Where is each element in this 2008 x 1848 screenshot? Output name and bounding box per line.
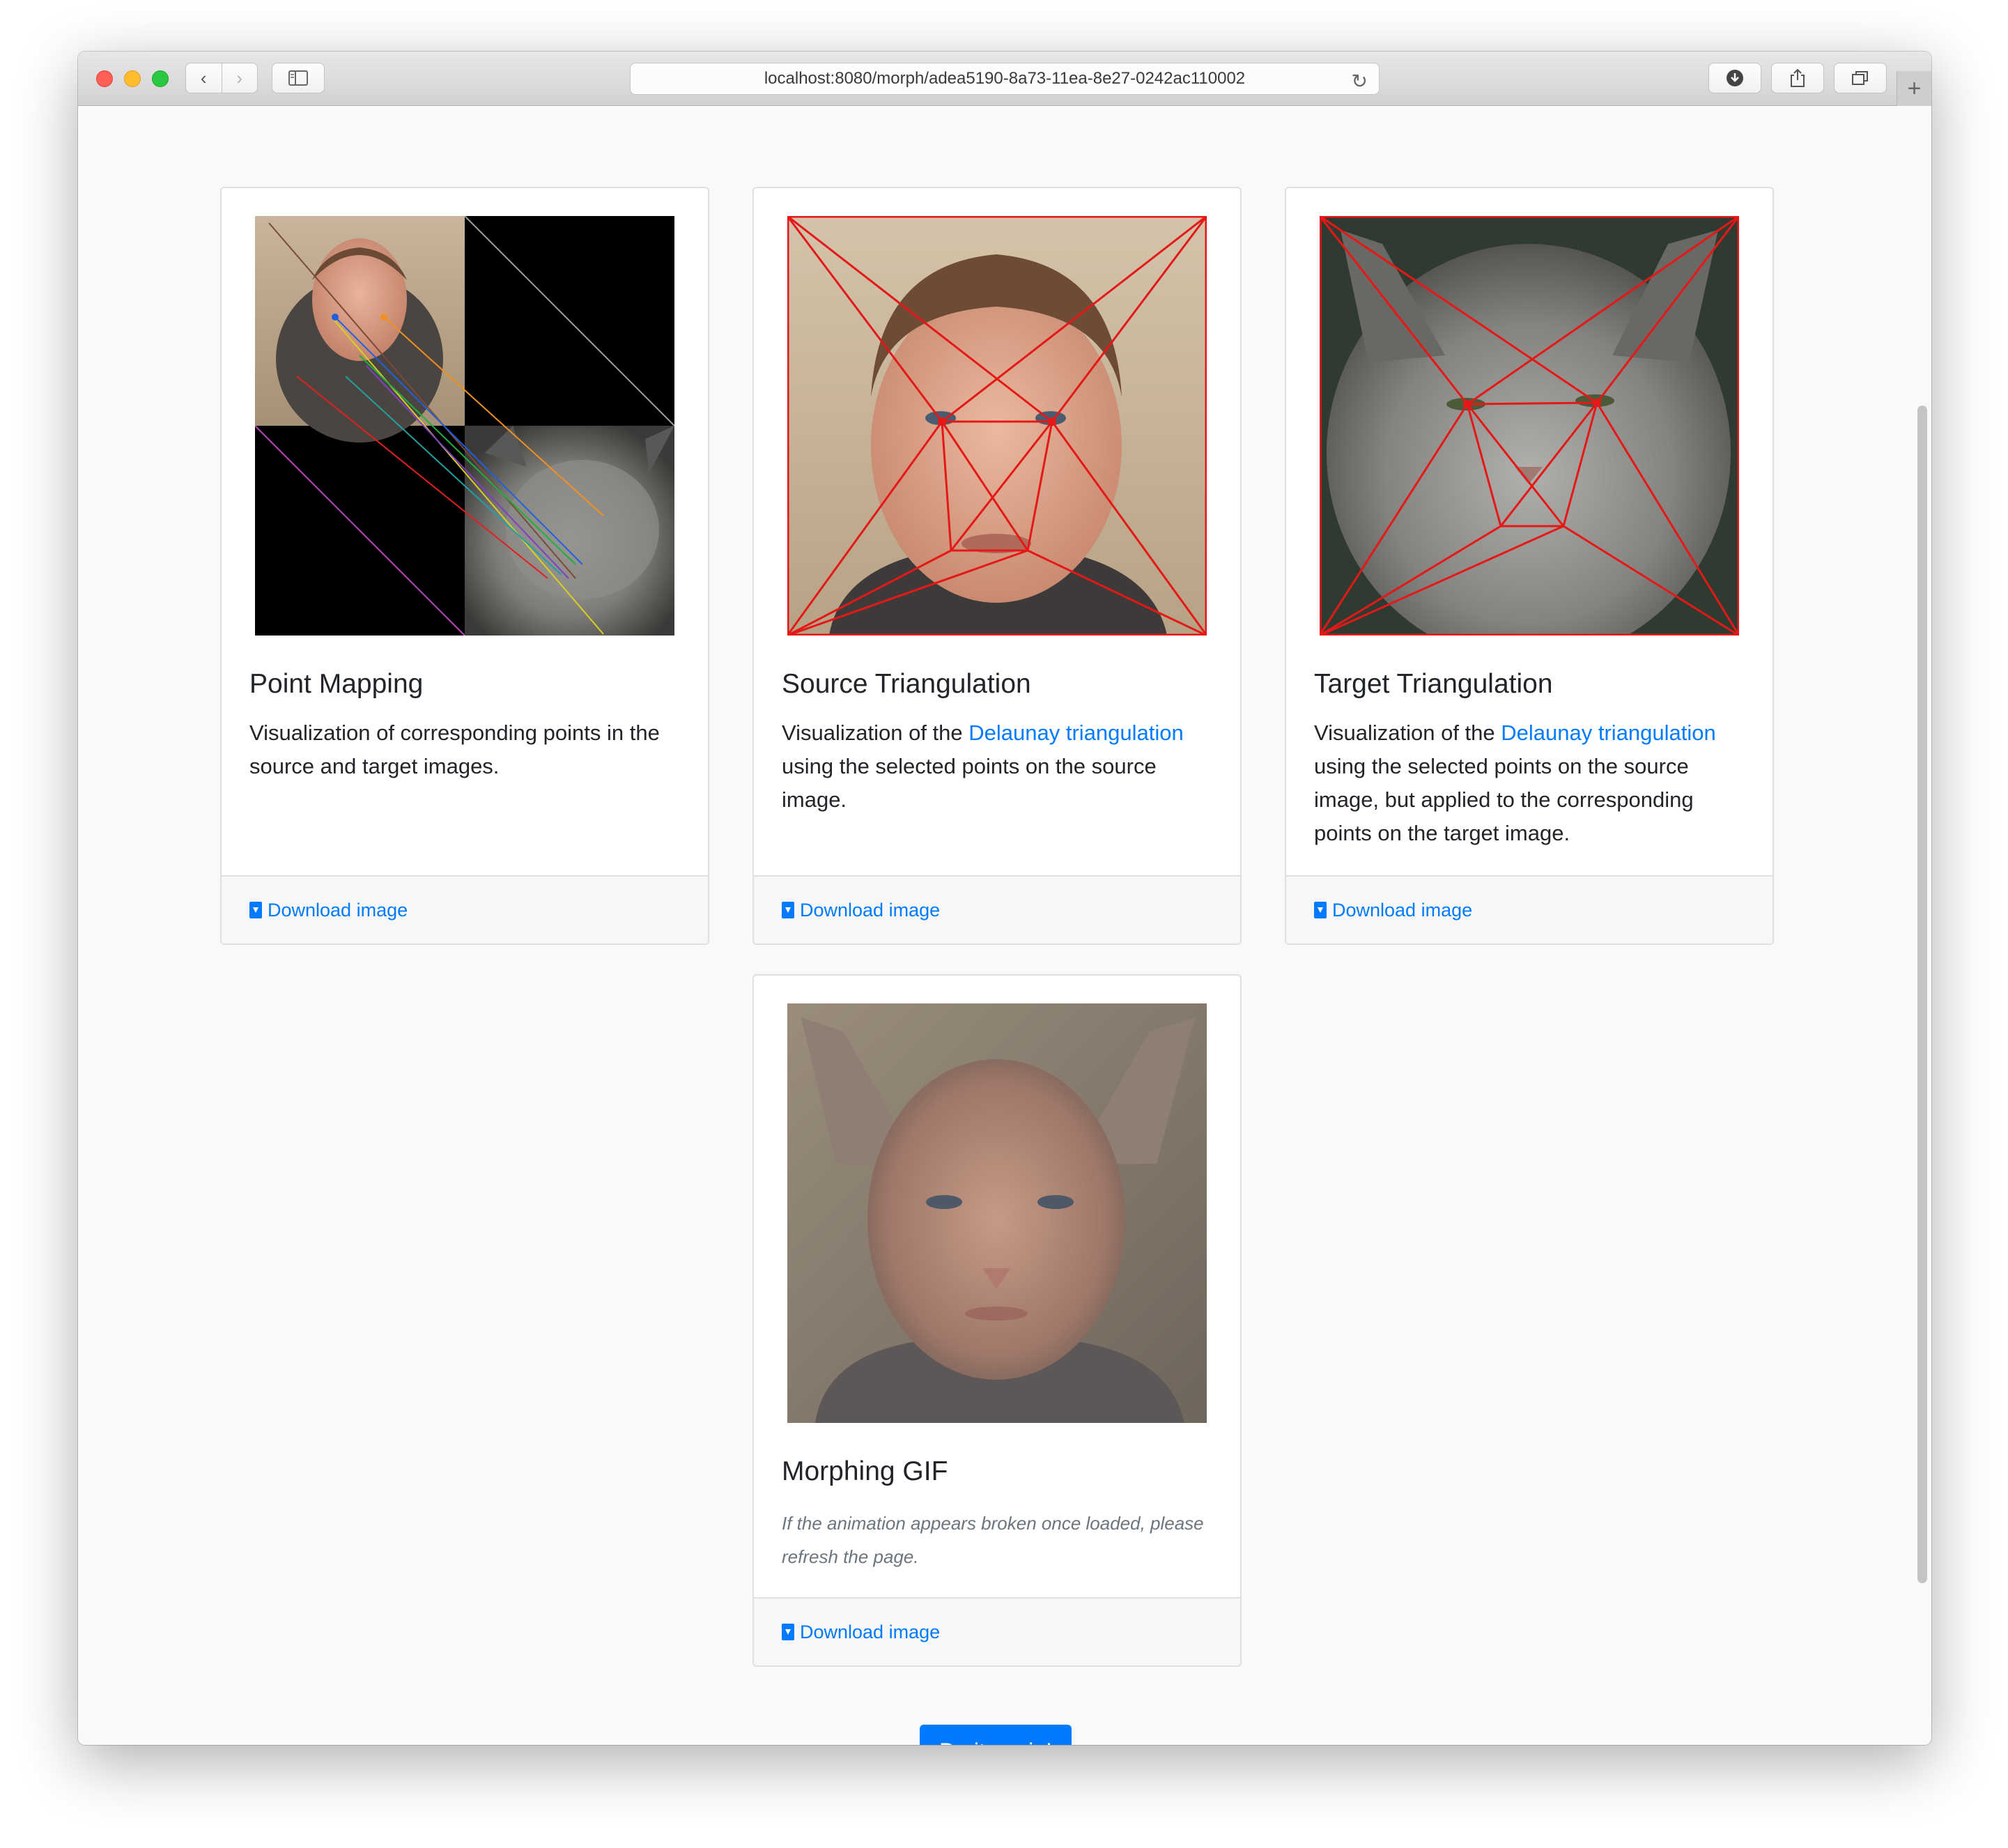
maximize-window-button[interactable] (152, 70, 169, 87)
source-triangulation-image (787, 216, 1207, 636)
download-image-link[interactable]: Download image (222, 875, 708, 944)
description-text: using the selected points on the source … (782, 754, 1157, 812)
file-download-icon (249, 902, 262, 918)
forward-icon[interactable]: › (221, 63, 258, 93)
share-icon (1791, 68, 1805, 87)
point-mapping-image (255, 216, 674, 636)
card-description: Visualization of corresponding points in… (249, 721, 660, 778)
sidebar-icon (288, 70, 308, 86)
card-title: Point Mapping (249, 669, 424, 699)
point-mapping-card: Point Mapping Visualization of correspon… (220, 187, 709, 945)
target-triangulation-card: Target Triangulation Visualization of th… (1285, 187, 1774, 945)
scrollbar-thumb[interactable] (1917, 406, 1927, 1583)
tabs-icon (1852, 71, 1868, 85)
tab-overview-button[interactable] (1834, 63, 1887, 93)
page-content: Point Mapping Visualization of correspon… (78, 106, 1931, 1745)
description-text: Visualization of the (782, 721, 969, 745)
plus-icon: + (1907, 75, 1922, 102)
reload-icon[interactable]: ↻ (1352, 70, 1368, 93)
minimize-window-button[interactable] (124, 70, 141, 87)
navigation-buttons: ‹ › (185, 63, 258, 93)
url-text: localhost:8080/morph/adea5190-8a73-11ea-… (764, 69, 1246, 88)
close-window-button[interactable] (96, 70, 113, 87)
sidebar-toggle-button[interactable] (272, 63, 325, 93)
download-label: Download image (800, 1621, 941, 1642)
download-label: Download image (800, 899, 941, 921)
download-image-link[interactable]: Download image (1286, 875, 1773, 944)
address-bar[interactable]: localhost:8080/morph/adea5190-8a73-11ea-… (630, 63, 1380, 95)
file-download-icon (782, 1624, 794, 1640)
source-triangulation-card: Source Triangulation Visualization of th… (752, 187, 1242, 945)
share-button[interactable] (1771, 63, 1824, 93)
file-download-icon (782, 902, 794, 918)
card-title: Target Triangulation (1314, 669, 1553, 699)
card-note: If the animation appears broken once loa… (782, 1513, 1204, 1567)
target-triangulation-image (1320, 216, 1739, 636)
download-label: Download image (268, 899, 408, 921)
new-tab-button[interactable]: + (1897, 71, 1931, 106)
download-image-link[interactable]: Download image (754, 875, 1240, 944)
description-text: Visualization of the (1314, 721, 1501, 745)
delaunay-triangulation-link[interactable]: Delaunay triangulation (968, 721, 1184, 745)
card-title: Morphing GIF (782, 1456, 948, 1486)
browser-window: ‹ › localhost:8080/morph/adea5190-8a73-1… (78, 52, 1931, 1745)
morphing-gif-card: Morphing GIF If the animation appears br… (752, 974, 1242, 1667)
download-label: Download image (1332, 899, 1473, 921)
scrollbar[interactable] (1913, 106, 1931, 1745)
card-description: Visualization of the Delaunay triangulat… (1314, 716, 1747, 850)
delaunay-triangulation-link[interactable]: Delaunay triangulation (1501, 721, 1716, 745)
card-description: Visualization of the Delaunay triangulat… (782, 716, 1215, 817)
back-icon[interactable]: ‹ (186, 63, 222, 93)
do-it-again-button[interactable]: Do it again! (920, 1725, 1072, 1745)
file-download-icon (1314, 902, 1327, 918)
downloads-button[interactable] (1708, 63, 1761, 93)
download-image-link[interactable]: Download image (754, 1597, 1240, 1665)
download-circle-icon (1727, 70, 1743, 86)
browser-titlebar: ‹ › localhost:8080/morph/adea5190-8a73-1… (78, 52, 1931, 106)
morphing-gif-image (787, 1003, 1207, 1423)
description-text: using the selected points on the source … (1314, 754, 1694, 845)
card-title: Source Triangulation (782, 669, 1031, 699)
